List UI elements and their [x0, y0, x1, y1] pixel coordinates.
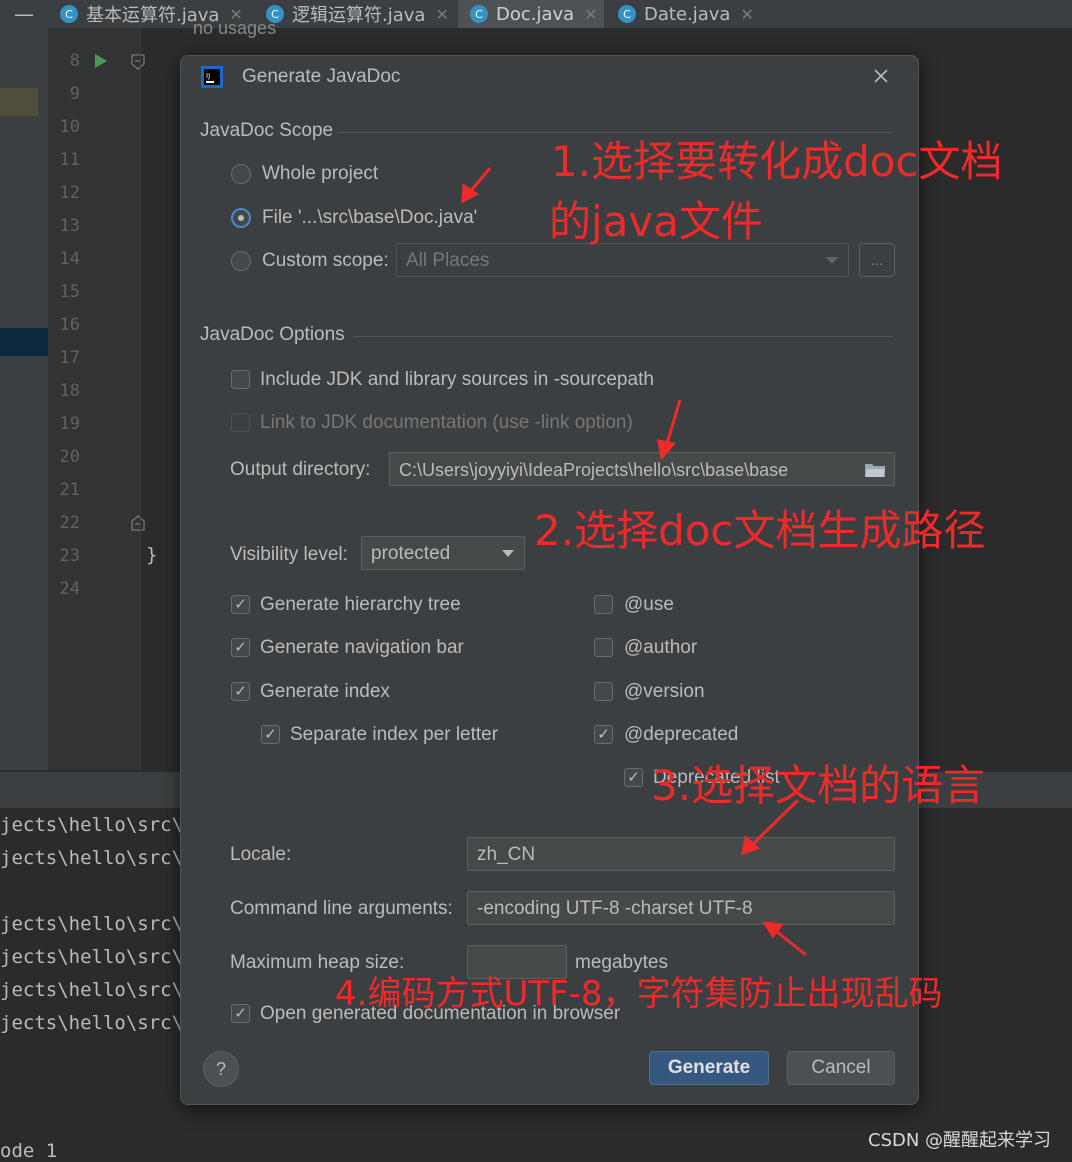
arrow-step-1 [468, 167, 492, 193]
arrow-step-4 [775, 929, 807, 957]
watermark: CSDN @醒醒起来学习 [868, 1130, 1052, 1151]
arrow-step-2 [664, 399, 682, 448]
arrow-step-3 [750, 798, 800, 847]
annotation-arrows [461, 167, 807, 957]
arrowhead-step-2 [657, 439, 676, 461]
